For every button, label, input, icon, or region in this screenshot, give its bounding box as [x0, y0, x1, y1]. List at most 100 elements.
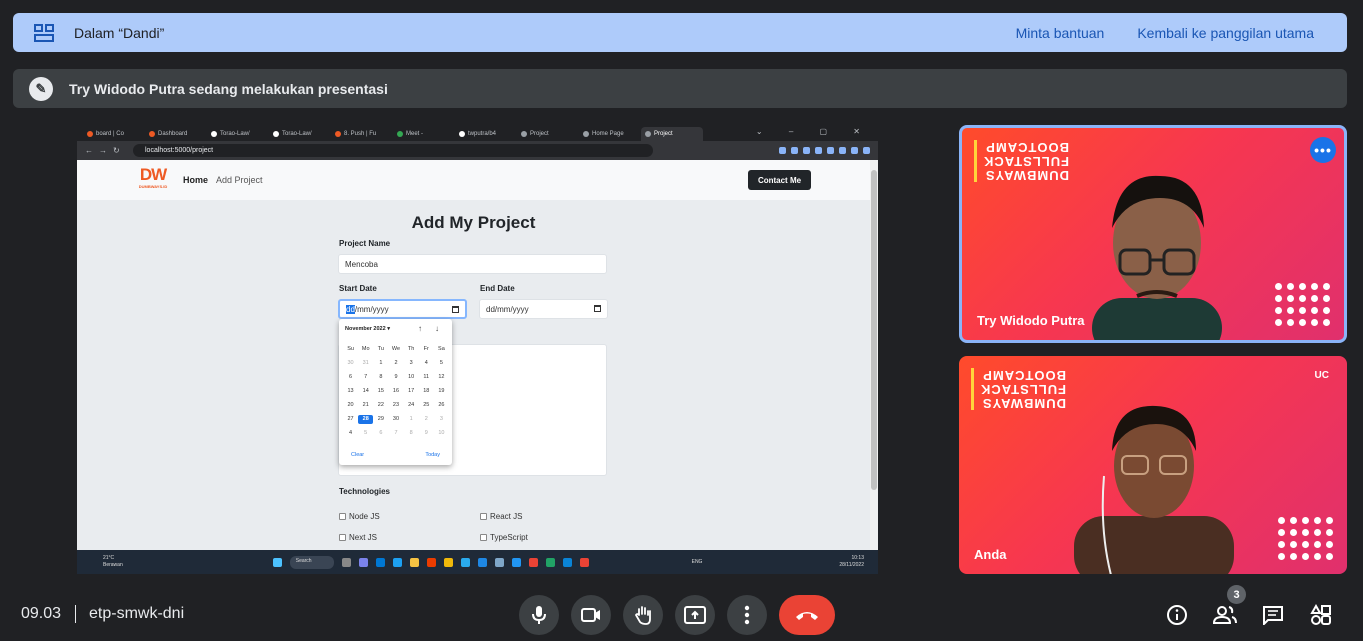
calendar-day[interactable]: 4 — [419, 359, 434, 368]
calendar-day[interactable]: 1 — [373, 359, 388, 368]
calendar-day[interactable]: 24 — [404, 401, 419, 410]
participant-tile-presenter[interactable]: DUMBWAYS FULLSTACK BOOTCAMP ••• Try Wido… — [959, 125, 1347, 343]
calendar-day[interactable]: 10 — [434, 429, 449, 438]
browser-tab[interactable]: Torao-Law/ — [207, 127, 269, 141]
app-icon[interactable] — [460, 557, 470, 567]
calendar-day[interactable]: 14 — [358, 387, 373, 396]
calendar-day[interactable]: 5 — [434, 359, 449, 368]
app-icon[interactable] — [443, 557, 453, 567]
present-button[interactable] — [675, 595, 715, 635]
calendar-day[interactable]: 8 — [373, 373, 388, 382]
picker-today[interactable]: Today — [425, 452, 440, 458]
calendar-day[interactable]: 29 — [373, 415, 388, 424]
chat-button[interactable] — [1259, 601, 1287, 629]
activities-button[interactable] — [1307, 601, 1335, 629]
calendar-day[interactable]: 12 — [434, 373, 449, 382]
participant-tile-self[interactable]: DUMBWAYS FULLSTACK BOOTCAMP UC Anda — [959, 356, 1347, 574]
calendar-day[interactable]: 31 — [358, 359, 373, 368]
checkbox-next[interactable]: Next JS — [339, 533, 377, 542]
calendar-day[interactable]: 9 — [419, 429, 434, 438]
calendar-day[interactable]: 17 — [404, 387, 419, 396]
app-icon[interactable] — [375, 557, 385, 567]
calendar-day[interactable]: 3 — [434, 415, 449, 424]
chrome-icon[interactable] — [528, 557, 538, 567]
calendar-day[interactable]: 15 — [373, 387, 388, 396]
app-icon[interactable] — [494, 557, 504, 567]
app-icon[interactable] — [426, 557, 436, 567]
arrow-up-icon[interactable]: ↑ — [418, 324, 422, 333]
calendar-day[interactable]: 5 — [358, 429, 373, 438]
dumbways-logo[interactable]: DW DUMBWAYS.ID — [135, 166, 171, 194]
taskbar-search[interactable]: Search — [289, 555, 334, 569]
nav-buttons[interactable]: ←→↻ — [85, 146, 133, 155]
browser-tab[interactable]: Home Page — [579, 127, 641, 141]
nav-home[interactable]: Home — [183, 175, 208, 185]
project-name-input[interactable]: Mencoba — [338, 254, 607, 274]
language-indicator[interactable]: ENG — [692, 559, 703, 565]
calendar-icon[interactable] — [452, 306, 459, 313]
start-date-input[interactable]: dd/mm/yyyy — [338, 299, 467, 319]
nav-add-project[interactable]: Add Project — [216, 175, 263, 185]
picker-clear[interactable]: Clear — [351, 452, 364, 458]
mic-button[interactable] — [519, 595, 559, 635]
vscode-icon[interactable] — [562, 557, 572, 567]
contact-button[interactable]: Contact Me — [748, 170, 811, 190]
calendar-day[interactable]: 30 — [343, 359, 358, 368]
calendar-day[interactable]: 6 — [373, 429, 388, 438]
people-button[interactable] — [1211, 601, 1239, 629]
extensions[interactable] — [779, 147, 870, 154]
address-bar[interactable]: localhost:5000/project — [133, 144, 653, 157]
taskbar-clock[interactable]: 10:13 28/11/2022 — [839, 555, 864, 569]
chrome-icon[interactable] — [579, 557, 589, 567]
checkbox-node[interactable]: Node JS — [339, 512, 380, 521]
calendar-day[interactable]: 6 — [343, 373, 358, 382]
checkbox-box[interactable] — [339, 534, 346, 541]
calendar-day[interactable]: 7 — [358, 373, 373, 382]
calendar-day[interactable]: 10 — [404, 373, 419, 382]
raise-hand-button[interactable] — [623, 595, 663, 635]
app-icon[interactable] — [511, 557, 521, 567]
browser-tab[interactable]: Dashboard — [145, 127, 207, 141]
window-controls[interactable]: ⌄ – ▢ ✕ — [756, 127, 872, 136]
calendar-day[interactable]: 28 — [358, 415, 374, 424]
calendar-day[interactable]: 23 — [388, 401, 403, 410]
calendar-day[interactable]: 2 — [419, 415, 434, 424]
calendar-icon[interactable] — [594, 305, 601, 312]
camera-button[interactable] — [571, 595, 611, 635]
calendar-day[interactable]: 26 — [434, 401, 449, 410]
app-icon[interactable] — [545, 557, 555, 567]
app-icon[interactable] — [358, 557, 368, 567]
calendar-day[interactable]: 1 — [404, 415, 419, 424]
app-icon[interactable] — [392, 557, 402, 567]
calendar-day[interactable]: 25 — [419, 401, 434, 410]
calendar-day[interactable]: 22 — [373, 401, 388, 410]
calendar-day[interactable]: 7 — [388, 429, 403, 438]
more-options-icon[interactable]: ••• — [1310, 137, 1336, 163]
checkbox-typescript[interactable]: TypeScript — [480, 533, 528, 542]
checkbox-react[interactable]: React JS — [480, 512, 522, 521]
calendar-day[interactable]: 18 — [419, 387, 434, 396]
calendar-day[interactable]: 16 — [388, 387, 403, 396]
app-icon[interactable] — [477, 557, 487, 567]
calendar-day[interactable]: 9 — [388, 373, 403, 382]
start-icon[interactable] — [272, 557, 282, 567]
calendar-day[interactable]: 30 — [388, 415, 403, 424]
browser-tab[interactable]: Project — [517, 127, 579, 141]
browser-tab[interactable]: board | Co — [83, 127, 145, 141]
page-scrollbar[interactable] — [870, 160, 878, 550]
back-to-main-link[interactable]: Kembali ke panggilan utama — [1137, 25, 1314, 41]
arrow-down-icon[interactable]: ↓ — [435, 324, 439, 333]
checkbox-box[interactable] — [339, 513, 346, 520]
end-date-input[interactable]: dd/mm/yyyy — [479, 299, 608, 319]
checkbox-box[interactable] — [480, 513, 487, 520]
calendar-day[interactable]: 21 — [358, 401, 373, 410]
calendar-day[interactable]: 4 — [343, 429, 358, 438]
browser-tab-active[interactable]: Project — [641, 127, 703, 141]
browser-tab[interactable]: twputra/b4 — [455, 127, 517, 141]
calendar-day[interactable]: 19 — [434, 387, 449, 396]
calendar-day[interactable]: 20 — [343, 401, 358, 410]
calendar-day[interactable]: 13 — [343, 387, 358, 396]
calendar-day[interactable]: 8 — [404, 429, 419, 438]
browser-tab[interactable]: Torao-Law/ — [269, 127, 331, 141]
info-button[interactable] — [1163, 601, 1191, 629]
